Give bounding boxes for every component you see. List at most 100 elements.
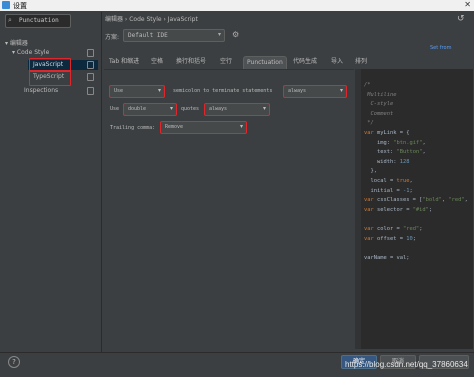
tab-wrapping[interactable]: 换行和括号 <box>176 56 206 68</box>
quotes-label: quotes <box>181 106 200 112</box>
tree-item-code-style[interactable]: ▾ Code Style <box>12 49 49 56</box>
semicolon-use-select[interactable]: Use ▾ <box>109 85 165 98</box>
scheme-label: 方案: <box>105 34 120 41</box>
code-token: "Button" <box>396 149 423 156</box>
tree-item-editor[interactable]: ▾ 编辑器 <box>5 38 28 47</box>
code-token: , <box>409 178 413 184</box>
code-line: }, <box>364 168 377 174</box>
tab-blank-lines[interactable]: 空行 <box>220 56 232 68</box>
chevron-down-icon: ▾ <box>262 105 266 112</box>
code-token: var <box>364 197 377 204</box>
tab-code-generation[interactable]: 代码生成 <box>293 56 317 68</box>
tab-arrangement[interactable]: 排列 <box>355 56 367 68</box>
scheme-select[interactable]: Default IDE ▾ <box>123 29 225 42</box>
code-token: varName = val; <box>364 254 410 261</box>
trailing-comma-label: Trailing comma: <box>110 125 156 131</box>
code-token: , <box>422 149 426 156</box>
code-token: ; <box>412 235 416 242</box>
code-token: "#id" <box>412 206 429 213</box>
code-line: varName = val; <box>364 255 409 261</box>
code-line: Comment <box>364 111 393 117</box>
quotes-when-select[interactable]: always ▾ <box>204 103 270 116</box>
code-line: var cssClasses = ["bold", "red", <box>364 197 468 203</box>
code-token: initial = <box>364 187 403 194</box>
code-token: "red" <box>448 197 465 204</box>
trailing-comma-select[interactable]: Remove ▾ <box>160 121 247 134</box>
code-token: "bold" <box>422 197 442 204</box>
code-line: width: 128 <box>364 159 409 165</box>
chevron-down-icon: ▾ <box>157 87 161 94</box>
code-line: /* <box>364 82 371 88</box>
code-token: */ <box>364 120 374 127</box>
code-token: 128 <box>399 158 410 165</box>
window-titlebar: 设置 ✕ <box>0 0 474 11</box>
code-token: myLink = { <box>376 130 410 136</box>
chevron-down-icon: ▾ <box>339 87 343 94</box>
code-token: cssClasses = [ <box>376 197 423 204</box>
code-token: ; <box>419 226 423 232</box>
code-line: var offset = 10; <box>364 236 416 242</box>
app-icon <box>2 1 10 9</box>
code-token: "btn.gif" <box>393 139 423 146</box>
semicolon-use-value: Use <box>114 88 124 94</box>
semicolon-when-select[interactable]: always ▾ <box>283 85 347 98</box>
code-token: }, <box>364 168 377 175</box>
project-scope-icon <box>87 73 94 81</box>
code-token: selector = <box>376 206 413 213</box>
search-value: Punctuation <box>19 17 59 24</box>
code-line: var selector = "#id"; <box>364 207 432 213</box>
chevron-down-icon: ▾ <box>217 31 221 38</box>
code-token: "red" <box>402 226 420 232</box>
gear-icon[interactable]: ⚙ <box>232 30 239 39</box>
set-from-link[interactable]: Set from <box>430 45 451 51</box>
help-icon[interactable]: ? <box>8 356 20 368</box>
quote-style-value: double <box>128 106 147 112</box>
code-token: ; <box>409 187 413 194</box>
code-token: var <box>364 206 377 213</box>
project-scope-icon <box>87 49 94 57</box>
semicolon-label: semicolon to terminate statements <box>173 88 273 94</box>
code-token: Comment <box>364 110 394 117</box>
project-scope-icon <box>87 61 94 69</box>
code-token: text: <box>364 149 397 156</box>
quotes-when-value: always <box>209 106 228 112</box>
highlight-typescript <box>29 70 71 86</box>
tab-spaces[interactable]: 空格 <box>151 56 163 68</box>
semicolon-when-value: always <box>288 88 307 94</box>
quote-style-select[interactable]: double ▾ <box>123 103 177 116</box>
code-token: offset = <box>376 235 407 242</box>
reset-icon[interactable]: ↺ <box>457 14 465 24</box>
close-icon[interactable]: ✕ <box>464 0 471 9</box>
tab-punctuation[interactable]: Punctuation <box>243 56 287 69</box>
watermark-text: https://blog.csdn.net/qq_37860634 <box>345 360 468 369</box>
code-token: var <box>364 130 377 136</box>
window-title: 设置 <box>13 2 27 10</box>
code-line: local = true, <box>364 178 413 184</box>
code-preview: /* Multiline C-style Comment */ var myLin… <box>355 69 473 349</box>
code-line: initial = -1; <box>364 187 413 194</box>
code-token: Multiline <box>364 91 397 98</box>
code-token: C-style <box>364 101 394 108</box>
code-token: , <box>422 139 426 146</box>
editor-gutter <box>355 69 361 349</box>
code-line: img: "btn.gif", <box>364 140 426 146</box>
search-icon: ⌕ <box>8 16 12 24</box>
code-token: color = <box>376 226 403 232</box>
code-token: var <box>364 226 377 232</box>
project-scope-icon <box>87 87 94 95</box>
code-token: true <box>396 178 410 184</box>
code-line: var myLink = { <box>364 130 409 136</box>
code-line: */ <box>364 120 374 126</box>
code-line: text: "Button", <box>364 149 426 155</box>
tab-tabs-indents[interactable]: Tab 和缩进 <box>109 56 139 68</box>
tab-imports[interactable]: 导入 <box>331 56 343 68</box>
code-token: /* <box>364 82 371 88</box>
scheme-value: Default IDE <box>128 32 168 39</box>
code-token: width: <box>364 158 400 165</box>
chevron-down-icon: ▾ <box>169 105 173 112</box>
code-token: ; <box>428 206 433 213</box>
settings-search-input[interactable]: ⌕ Punctuation <box>5 14 71 28</box>
tree-item-inspections[interactable]: Inspections <box>24 87 58 94</box>
code-token: img: <box>364 139 394 146</box>
chevron-down-icon: ▾ <box>239 123 243 130</box>
